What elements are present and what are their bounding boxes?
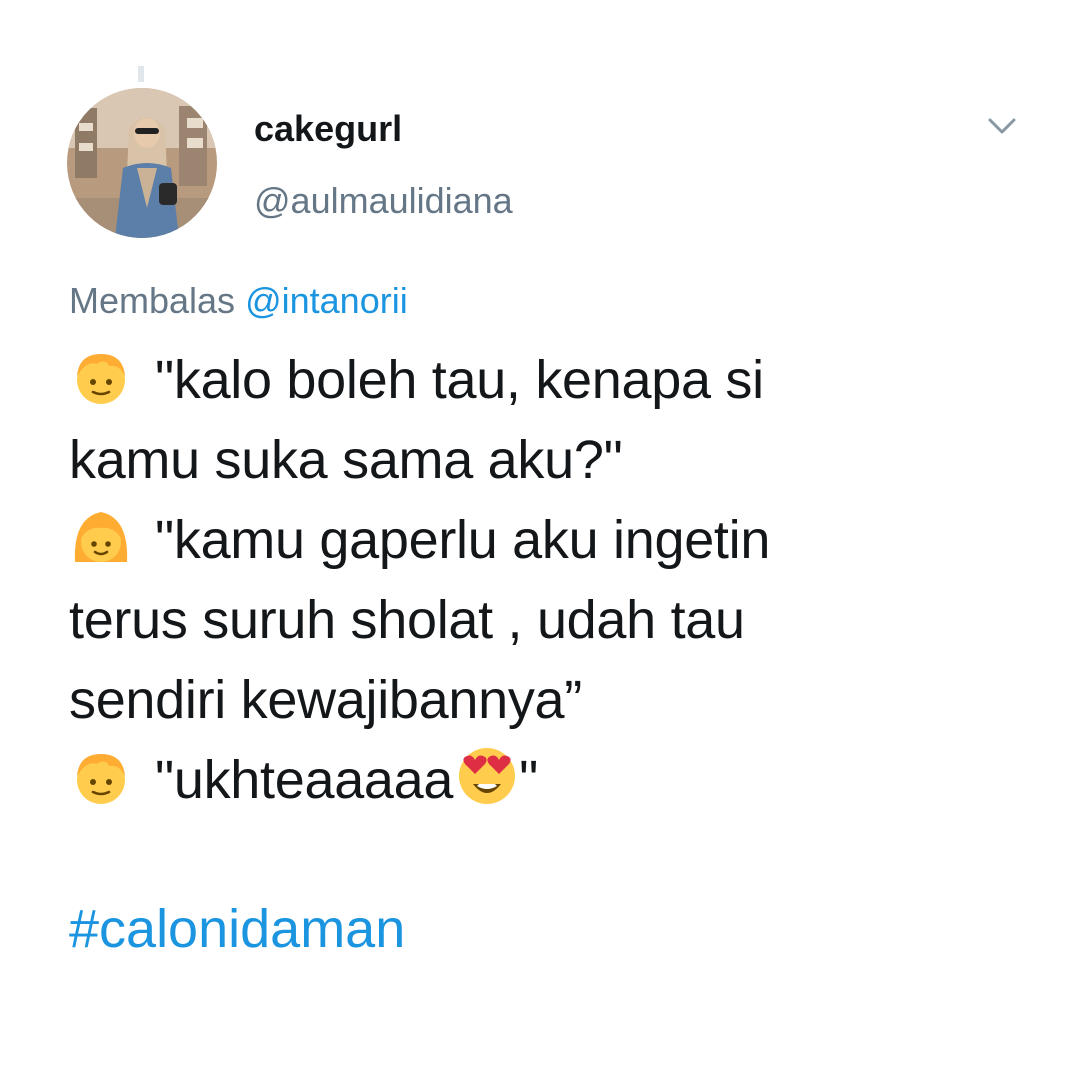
thread-connector (138, 66, 144, 82)
display-name[interactable]: cakegurl (254, 108, 402, 150)
reply-mention-link[interactable]: @intanorii (245, 280, 408, 321)
tweet-line: terus suruh sholat , udah tau (69, 580, 1009, 660)
user-handle[interactable]: @aulmaulidiana (254, 180, 513, 222)
reply-context: Membalas @intanorii (69, 280, 408, 322)
tweet-line: kamu suka sama aku?" (69, 420, 1009, 500)
tweet-line-text: terus suruh sholat , udah tau (69, 590, 745, 650)
boy-emoji (77, 354, 125, 404)
tweet-line-text: "kamu gaperlu aku ingetin (155, 510, 771, 570)
tweet-line-text: "ukhteaaaaa (155, 750, 454, 810)
tweet-line: "kamu gaperlu aku ingetin (69, 500, 1009, 580)
avatar-photo (67, 88, 217, 238)
reply-prefix: Membalas (69, 280, 236, 321)
hashtag-link[interactable]: #calonidaman (69, 898, 405, 960)
boy-emoji (77, 754, 125, 804)
tweet-line-text: kamu suka sama aku?" (69, 430, 623, 490)
avatar[interactable] (67, 88, 217, 238)
chevron-down-icon[interactable] (986, 114, 1018, 138)
tweet-line: "kalo boleh tau, kenapa si (69, 340, 1009, 420)
tweet-line-trailing: " (519, 750, 539, 810)
tweet-line-text: sendiri kewajibannya” (69, 670, 582, 730)
tweet-line: "ukhteaaaaa " (69, 740, 1009, 820)
heart-eyes-emoji (459, 748, 516, 804)
tweet-text: "kalo boleh tau, kenapa si kamu suka sam… (69, 340, 1009, 820)
girl-emoji (74, 512, 128, 562)
tweet-line: sendiri kewajibannya” (69, 660, 1009, 740)
tweet-line-text: "kalo boleh tau, kenapa si (155, 350, 764, 410)
